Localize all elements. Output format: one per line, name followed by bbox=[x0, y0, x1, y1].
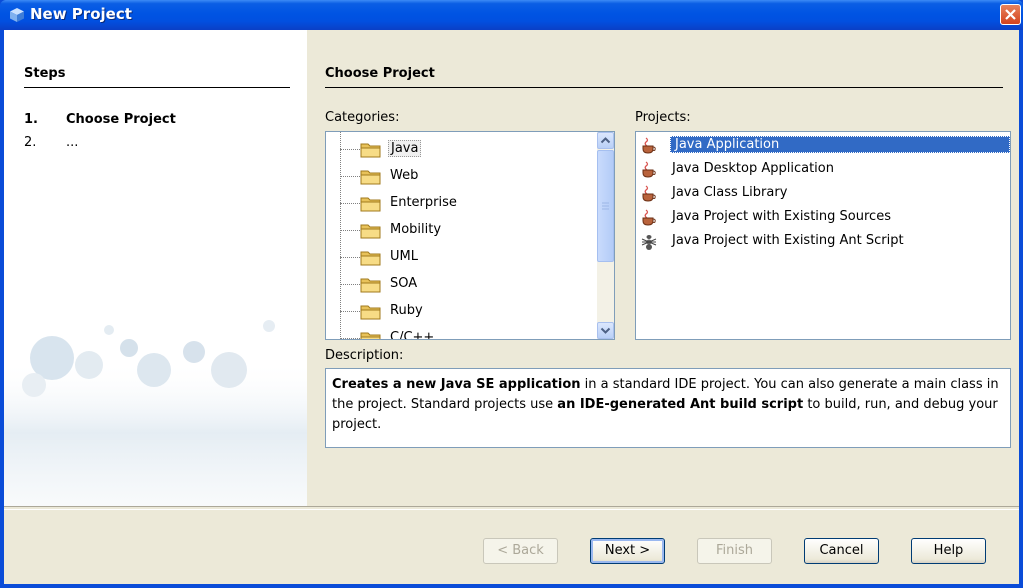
ant-icon bbox=[641, 235, 657, 250]
projects-label: Projects: bbox=[635, 110, 691, 125]
chevron-up-icon bbox=[600, 137, 611, 144]
category-label: Web bbox=[390, 168, 419, 183]
tree-connector bbox=[340, 284, 360, 285]
steps-heading: Steps bbox=[24, 66, 66, 81]
scroll-down-button[interactable] bbox=[597, 322, 614, 339]
tree-connector bbox=[340, 257, 360, 258]
step-number: 1. bbox=[24, 112, 38, 127]
folder-icon bbox=[360, 143, 381, 158]
category-item[interactable]: C/C++ bbox=[326, 325, 594, 340]
step-item-2: 2.... bbox=[24, 135, 78, 150]
java-cup-icon bbox=[642, 137, 656, 154]
java-cup-icon bbox=[642, 185, 656, 202]
tree-connector bbox=[340, 203, 360, 204]
tree-connector bbox=[340, 176, 360, 177]
category-label: SOA bbox=[390, 276, 418, 291]
panel-title: Choose Project bbox=[325, 66, 435, 81]
category-item[interactable]: Web bbox=[326, 163, 594, 190]
category-item[interactable]: Ruby bbox=[326, 298, 594, 325]
description-label: Description: bbox=[325, 348, 404, 363]
dialog-client-area: Steps 1. Choose Project 2.... Choose Proj… bbox=[4, 30, 1019, 584]
folder-icon bbox=[360, 278, 381, 293]
scroll-thumb[interactable] bbox=[597, 150, 614, 262]
steps-pane: Steps 1. Choose Project 2.... bbox=[4, 30, 307, 506]
chevron-down-icon bbox=[600, 327, 611, 334]
decorative-bubbles bbox=[4, 320, 307, 506]
step-item-1: 1. Choose Project bbox=[24, 112, 176, 127]
category-item[interactable]: UML bbox=[326, 244, 594, 271]
button-bar-divider bbox=[4, 506, 1019, 510]
close-icon bbox=[1005, 9, 1016, 20]
step-number: 2. bbox=[24, 135, 37, 150]
category-label: Java bbox=[388, 140, 422, 157]
project-item[interactable]: Java Project with Existing Sources bbox=[636, 206, 1010, 230]
step-label: Choose Project bbox=[66, 112, 176, 127]
scroll-up-button[interactable] bbox=[597, 132, 614, 149]
categories-label: Categories: bbox=[325, 110, 400, 125]
folder-icon bbox=[360, 251, 381, 266]
category-label: UML bbox=[390, 249, 418, 264]
grip-icon bbox=[602, 202, 609, 210]
project-item[interactable]: Java Project with Existing Ant Script bbox=[636, 230, 1010, 254]
tree-connector bbox=[340, 230, 360, 231]
new-project-dialog: New Project Steps 1. Choose Project 2. .… bbox=[0, 0, 1023, 588]
description-box: Creates a new Java SE application in a s… bbox=[325, 368, 1011, 448]
project-item[interactable]: Java Desktop Application bbox=[636, 158, 1010, 182]
help-button[interactable]: Help bbox=[911, 538, 986, 564]
panel-divider bbox=[325, 87, 1003, 88]
description-bold-1: Creates a new Java SE application bbox=[332, 377, 581, 392]
description-bold-2: an IDE-generated Ant build script bbox=[557, 397, 804, 412]
categories-scrollbar[interactable] bbox=[597, 132, 614, 339]
projects-list[interactable]: Java Application Java Desktop Application… bbox=[635, 131, 1011, 340]
category-item[interactable]: Mobility bbox=[326, 217, 594, 244]
choose-project-panel: Choose Project Categories: Projects: Jav… bbox=[307, 30, 1019, 506]
category-label: Mobility bbox=[390, 222, 442, 237]
project-label: Java Application bbox=[670, 136, 1010, 153]
next-button[interactable]: Next > bbox=[590, 538, 665, 564]
category-label: Enterprise bbox=[390, 195, 457, 210]
java-cup-icon bbox=[642, 161, 656, 178]
project-item[interactable]: Java Class Library bbox=[636, 182, 1010, 206]
tree-connector bbox=[340, 149, 360, 150]
close-button[interactable] bbox=[1000, 4, 1021, 25]
category-item[interactable]: Enterprise bbox=[326, 190, 594, 217]
tree-connector bbox=[340, 338, 360, 339]
folder-icon bbox=[360, 197, 381, 212]
project-label: Java Desktop Application bbox=[672, 161, 834, 176]
project-label: Java Class Library bbox=[672, 185, 788, 200]
app-cube-icon bbox=[10, 8, 24, 22]
back-button[interactable]: < Back bbox=[483, 538, 558, 564]
project-label: Java Project with Existing Ant Script bbox=[672, 233, 904, 248]
project-item[interactable]: Java Application bbox=[636, 134, 1010, 158]
finish-button[interactable]: Finish bbox=[697, 538, 772, 564]
folder-icon bbox=[360, 224, 381, 239]
categories-tree[interactable]: Java Web Enterprise Mobility UML SOA Ruby C/C++ bbox=[325, 131, 615, 340]
folder-icon bbox=[360, 305, 381, 320]
category-item[interactable]: SOA bbox=[326, 271, 594, 298]
steps-divider bbox=[24, 87, 290, 88]
folder-icon bbox=[360, 170, 381, 185]
title-bar[interactable]: New Project bbox=[0, 0, 1023, 30]
category-item[interactable]: Java bbox=[326, 136, 594, 163]
step-label: ... bbox=[66, 135, 79, 150]
category-label: C/C++ bbox=[390, 330, 435, 340]
java-cup-icon bbox=[642, 209, 656, 226]
project-label: Java Project with Existing Sources bbox=[672, 209, 891, 224]
cancel-button[interactable]: Cancel bbox=[804, 538, 879, 564]
folder-icon bbox=[360, 332, 381, 339]
window-title: New Project bbox=[30, 5, 132, 23]
tree-connector bbox=[340, 311, 360, 312]
category-label: Ruby bbox=[390, 303, 423, 318]
